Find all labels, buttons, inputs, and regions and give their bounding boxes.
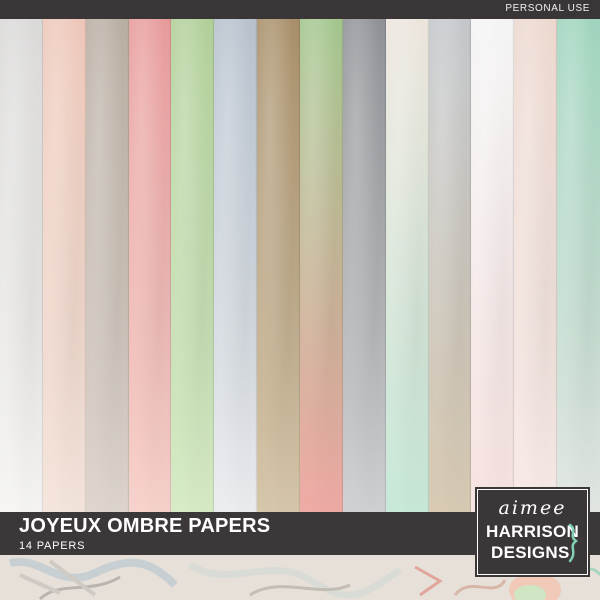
top-bar: PERSONAL USE — [0, 0, 600, 19]
paper-swatch — [0, 19, 44, 512]
product-subtitle: 14 PAPERS — [19, 540, 86, 552]
paper-swatches — [0, 19, 600, 512]
product-cover: PERSONAL USE JOYEUX OMBRE PAPERS 14 PAPE… — [0, 0, 600, 600]
paper-swatch — [128, 19, 173, 512]
paper-swatch — [257, 19, 301, 512]
product-title: JOYEUX OMBRE PAPERS — [19, 515, 271, 537]
logo-designs: DESIGNS — [491, 543, 570, 562]
paper-swatch — [342, 19, 387, 512]
paper-swatch — [300, 19, 344, 512]
paper-swatch — [171, 19, 216, 512]
usage-label: PERSONAL USE — [505, 3, 590, 14]
paper-swatch — [471, 19, 516, 512]
paper-swatch — [214, 19, 259, 512]
paper-swatch — [85, 19, 130, 512]
paper-swatch — [514, 19, 559, 512]
squiggle-icon — [568, 523, 579, 563]
paper-swatch — [428, 19, 473, 512]
logo-last-name: HARRISON — [486, 522, 580, 541]
paper-swatch — [42, 19, 87, 512]
designer-logo: aimee HARRISON DESIGNS — [475, 487, 590, 577]
paper-swatch — [557, 19, 600, 512]
logo-first-name: aimee — [498, 497, 567, 519]
paper-swatch — [385, 19, 430, 512]
